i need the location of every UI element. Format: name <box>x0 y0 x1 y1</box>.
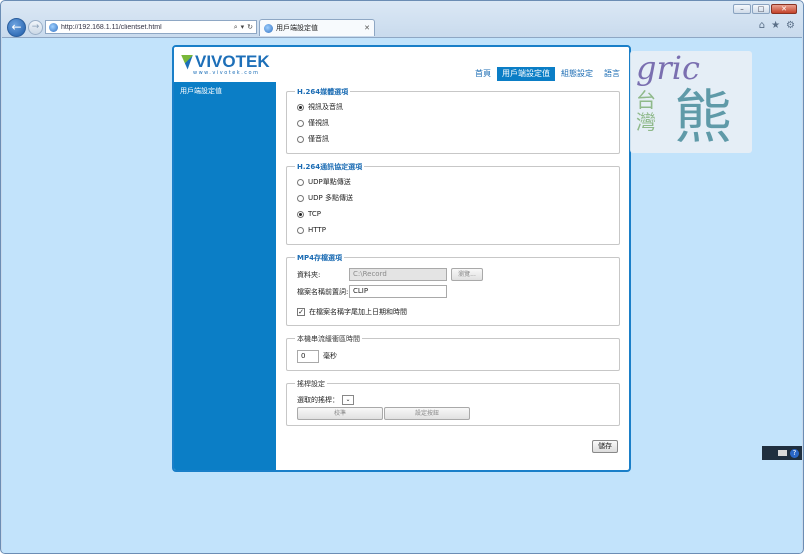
nav-language[interactable]: 語言 <box>599 67 625 81</box>
back-button[interactable]: ← <box>7 18 26 37</box>
home-icon[interactable]: ⌂ <box>759 20 765 31</box>
favorites-star-icon[interactable]: ★ <box>771 20 780 31</box>
buffer-input[interactable]: 0 <box>297 349 319 363</box>
address-text[interactable]: http://192.168.1.11/clientset.html <box>61 24 234 31</box>
radio-label: 視訊及音訊 <box>308 103 343 111</box>
top-nav: 首頁 用戶端設定值 組態設定 語言 <box>470 67 625 81</box>
radio-button[interactable] <box>297 119 304 127</box>
search-icon[interactable]: ⌕ <box>234 23 238 32</box>
buffer-unit: 毫秒 <box>323 352 337 360</box>
browser-chrome: – □ ✕ ← → http://192.168.1.11/clientset.… <box>1 1 803 37</box>
nav-home[interactable]: 首頁 <box>470 67 496 81</box>
joystick-group: 搖桿設定 選取的搖桿： ⌄ 校準 設定按鈕 <box>286 379 620 426</box>
radio-button[interactable] <box>297 194 304 202</box>
append-datetime-row[interactable]: ✓ 在檔案名稱字尾加上日期和時間 <box>287 303 619 320</box>
logo-brand: VIVOTEK <box>195 52 270 71</box>
folder-input[interactable]: C:\Record <box>349 268 447 281</box>
panel-header: VIVOTEK www.vivotek.com 首頁 用戶端設定值 組態設定 語… <box>174 47 629 83</box>
buffer-row: 0 毫秒 <box>287 349 619 363</box>
maximize-button[interactable]: □ <box>752 4 770 14</box>
vivotek-logo[interactable]: VIVOTEK www.vivotek.com <box>181 52 276 78</box>
tray-window-icon[interactable] <box>778 450 787 456</box>
configure-buttons-button[interactable]: 設定按鈕 <box>384 406 470 420</box>
h264-protocol-group: H.264通訊協定選項 UDP單點傳送 UDP 多點傳送 TCP HTTP <box>286 162 620 245</box>
joystick-select-label: 選取的搖桿： <box>297 395 339 404</box>
nav-client-settings[interactable]: 用戶端設定值 <box>497 67 555 81</box>
watermark-logo: gric 台 灣 熊 <box>630 49 752 153</box>
logo-mark-icon <box>181 54 193 70</box>
mp4-group: MP4存檔選項 資料夾: C:\Record 瀏覽... 檔案名稱前置詞: CL… <box>286 253 620 326</box>
save-button[interactable]: 儲存 <box>592 440 618 453</box>
radio-button[interactable] <box>297 103 304 111</box>
folder-row: 資料夾: C:\Record 瀏覽... <box>287 266 619 283</box>
radio-label: TCP <box>308 210 321 218</box>
page-viewport: VIVOTEK www.vivotek.com 首頁 用戶端設定值 組態設定 語… <box>2 37 802 553</box>
minimize-button[interactable]: – <box>733 4 751 14</box>
settings-gear-icon[interactable]: ⚙ <box>786 20 795 31</box>
buffer-group: 本機串流緩衝區時間 0 毫秒 <box>286 334 620 371</box>
browser-window: – □ ✕ ← → http://192.168.1.11/clientset.… <box>0 0 804 554</box>
h264-media-group: H.264媒體選項 視訊及音訊 僅視訊 僅音訊 <box>286 87 620 154</box>
address-tools: ⌕ ▾ ↻ <box>234 23 256 32</box>
settings-content: H.264媒體選項 視訊及音訊 僅視訊 僅音訊 H.264通訊協定選項 UDP單… <box>286 87 620 434</box>
append-datetime-label: 在檔案名稱字尾加上日期和時間 <box>309 307 407 316</box>
radio-button[interactable] <box>297 178 304 186</box>
protocol-option-http[interactable]: HTTP <box>287 222 619 238</box>
folder-label: 資料夾: <box>297 270 321 279</box>
nav-configuration[interactable]: 組態設定 <box>556 67 598 81</box>
prefix-input[interactable]: CLIP <box>349 285 447 298</box>
refresh-icon[interactable]: ↻ <box>247 23 253 32</box>
joystick-buttons-row: 校準 設定按鈕 <box>287 406 619 420</box>
media-option-video[interactable]: 僅視訊 <box>287 115 619 131</box>
radio-label: UDP 多點傳送 <box>308 194 353 202</box>
browser-tab[interactable]: 用戶端設定值 ✕ <box>259 19 375 36</box>
watermark-small-chars: 台 灣 <box>636 89 668 133</box>
watermark-char: 灣 <box>636 110 656 134</box>
dropdown-icon[interactable]: ▾ <box>241 23 245 32</box>
protocol-option-tcp[interactable]: TCP <box>287 206 619 222</box>
h264-media-legend: H.264媒體選項 <box>295 87 351 97</box>
radio-button[interactable] <box>297 210 304 218</box>
mp4-legend: MP4存檔選項 <box>295 253 344 263</box>
radio-label: 僅音訊 <box>308 135 329 143</box>
forward-button[interactable]: → <box>28 20 43 35</box>
site-favicon-icon <box>49 22 58 32</box>
radio-button[interactable] <box>297 135 304 143</box>
camera-settings-panel: VIVOTEK www.vivotek.com 首頁 用戶端設定值 組態設定 語… <box>172 45 631 472</box>
radio-button[interactable] <box>297 226 304 234</box>
tab-favicon-icon <box>264 23 273 33</box>
browser-right-icons: ⌂ ★ ⚙ <box>759 20 795 31</box>
watermark-char: 台 <box>636 88 656 112</box>
address-bar[interactable]: http://192.168.1.11/clientset.html ⌕ ▾ ↻ <box>45 20 257 34</box>
tray-widget: ? <box>762 446 802 460</box>
radio-label: 僅視訊 <box>308 119 329 127</box>
tab-close-icon[interactable]: ✕ <box>364 24 374 32</box>
prefix-label: 檔案名稱前置詞: <box>297 287 349 296</box>
tab-title: 用戶端設定值 <box>276 24 318 32</box>
prefix-row: 檔案名稱前置詞: CLIP <box>287 283 619 300</box>
joystick-select-row: 選取的搖桿： ⌄ <box>287 393 619 406</box>
append-datetime-checkbox[interactable]: ✓ <box>297 307 305 316</box>
joystick-select[interactable]: ⌄ <box>342 394 354 405</box>
radio-label: HTTP <box>308 226 326 234</box>
h264-protocol-legend: H.264通訊協定選項 <box>295 162 365 172</box>
media-option-av[interactable]: 視訊及音訊 <box>287 99 619 115</box>
joystick-legend: 搖桿設定 <box>295 379 327 389</box>
sidebar-item-client-settings[interactable]: 用戶端設定值 <box>174 82 276 100</box>
protocol-option-udp-multicast[interactable]: UDP 多點傳送 <box>287 190 619 206</box>
browse-button[interactable]: 瀏覽... <box>451 268 483 281</box>
close-window-button[interactable]: ✕ <box>771 4 797 14</box>
calibrate-button[interactable]: 校準 <box>297 406 383 420</box>
radio-label: UDP單點傳送 <box>308 178 351 186</box>
help-icon[interactable]: ? <box>790 448 799 458</box>
sidebar: 用戶端設定值 <box>174 82 276 470</box>
protocol-option-udp-unicast[interactable]: UDP單點傳送 <box>287 174 619 190</box>
media-option-audio[interactable]: 僅音訊 <box>287 131 619 147</box>
buffer-legend: 本機串流緩衝區時間 <box>295 334 362 344</box>
watermark-big-char: 熊 <box>674 83 733 151</box>
watermark-script: gric <box>636 49 700 87</box>
window-controls: – □ ✕ <box>733 4 797 14</box>
